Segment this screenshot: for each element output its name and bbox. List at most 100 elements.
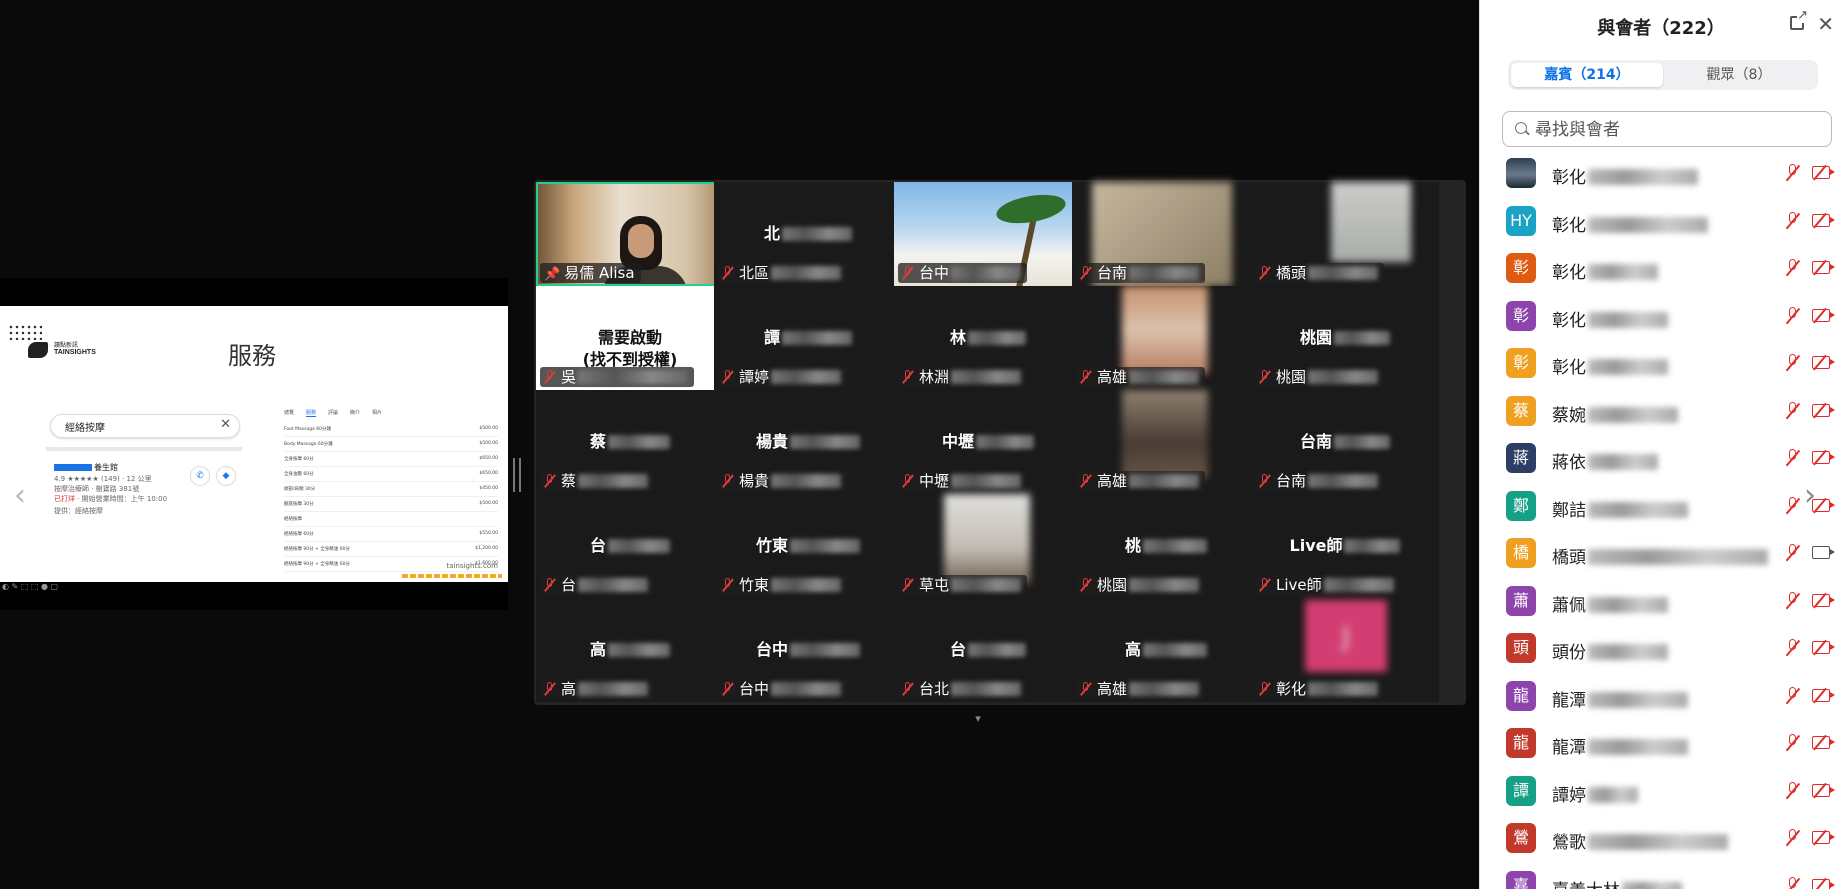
mic-muted-icon[interactable] (1786, 211, 1800, 230)
participant-row[interactable]: 鄭 鄭詰 (1480, 485, 1841, 531)
participant-row[interactable]: 蔡 蔡婉 (1480, 390, 1841, 436)
video-tile[interactable]: 需要啟動 (找不到授權) 吳 (536, 286, 724, 390)
camera-off-icon[interactable] (1812, 451, 1835, 464)
mic-muted-icon[interactable] (1786, 306, 1800, 325)
camera-off-icon[interactable] (1812, 308, 1835, 322)
participant-row[interactable]: 彰 彰化 (1480, 295, 1841, 341)
mic-muted-icon[interactable] (1786, 876, 1800, 889)
video-tile[interactable]: 桃桃園 (1072, 494, 1260, 598)
participant-name: 彰化 (1552, 306, 1668, 331)
redacted-text (1588, 644, 1668, 660)
camera-off-icon[interactable] (1812, 403, 1835, 417)
video-tile[interactable]: 橋頭 (1251, 182, 1439, 286)
mic-muted-icon[interactable] (1786, 829, 1800, 847)
redacted-text (1588, 739, 1688, 755)
video-tile[interactable]: 高高雄 (1072, 598, 1260, 702)
participant-center-name: 台中 (714, 636, 902, 660)
mic-muted-icon[interactable] (1786, 781, 1800, 800)
video-tile[interactable]: 高高 (536, 598, 724, 702)
redacted-text (968, 331, 1026, 345)
video-tile[interactable]: 北北區 (714, 182, 902, 286)
camera-off-icon[interactable] (1812, 736, 1835, 749)
center-name-text: 台南 (1299, 432, 1332, 451)
chevron-left-icon[interactable]: ‹ (14, 478, 26, 513)
camera-icon[interactable] (1812, 546, 1835, 559)
mic-muted-icon[interactable] (1786, 354, 1800, 372)
mic-muted-icon[interactable] (1786, 164, 1800, 182)
video-tile[interactable]: Live師 Live師 (1251, 494, 1439, 598)
camera-off-icon[interactable] (1812, 213, 1835, 227)
mic-muted-icon[interactable] (1786, 686, 1800, 705)
participant-row[interactable]: 蕭 蕭佩 (1480, 580, 1841, 626)
camera-off-icon[interactable] (1812, 356, 1835, 369)
camera-off-icon[interactable] (1812, 688, 1835, 702)
camera-off-icon[interactable] (1812, 261, 1835, 274)
video-tile[interactable]: 台中 台中 (714, 598, 902, 702)
mic-muted-icon[interactable] (1786, 544, 1800, 562)
nametag-text: 譚婷 (739, 368, 770, 386)
participant-row[interactable]: 頭 頭份 (1480, 627, 1841, 673)
camera-off-icon[interactable] (1812, 593, 1835, 607)
mic-muted-icon[interactable] (1786, 259, 1800, 277)
participant-center-name: 竹東 (714, 532, 902, 556)
camera-off-icon[interactable] (1812, 166, 1835, 179)
camera-off-icon[interactable] (1812, 641, 1835, 654)
mic-muted-icon[interactable] (1786, 734, 1800, 752)
participant-center-name: 台南 (1251, 428, 1439, 452)
tab-panelists[interactable]: 嘉賓（214） (1511, 63, 1663, 87)
video-tile[interactable]: 中壢 中壢 (894, 390, 1082, 494)
participant-row[interactable]: 彰 彰化 (1480, 247, 1841, 293)
popout-icon[interactable] (1790, 9, 1808, 30)
video-tile[interactable]: 台台 (536, 494, 724, 598)
mic-muted-icon[interactable] (1786, 591, 1800, 610)
participant-row[interactable]: 橋 橋頭 (1480, 532, 1841, 578)
chevron-right-icon[interactable]: › (1804, 478, 1816, 513)
video-tile[interactable]: 草屯 (894, 494, 1082, 598)
tab-attendees[interactable]: 觀眾（8） (1663, 63, 1815, 87)
video-tile[interactable]: 林林淵 (894, 286, 1082, 390)
video-tile[interactable]: 台南 (1072, 182, 1260, 286)
participant-search[interactable] (1502, 111, 1832, 147)
video-tile[interactable]: 譚譚婷 (714, 286, 902, 390)
participant-row[interactable]: 彰化 (1480, 152, 1841, 198)
camera-off-icon[interactable] (1812, 878, 1835, 889)
video-tile[interactable]: 高雄 (1072, 286, 1260, 390)
mic-muted-icon[interactable] (1786, 401, 1800, 420)
video-tile[interactable]: J 彰化 (1251, 598, 1439, 702)
video-tile[interactable]: 楊貴 楊貴 (714, 390, 902, 494)
video-tile[interactable]: 📌 易儒 Alisa (536, 182, 724, 296)
video-tile[interactable]: 高雄 (1072, 390, 1260, 494)
slide-toolbar[interactable]: ◐ ✎ ⬚ ⬚ ● ▢ (2, 582, 58, 591)
participant-row[interactable]: 蔣 蔣依 (1480, 437, 1841, 483)
participant-row[interactable]: 譚 譚婷 (1480, 770, 1841, 816)
participant-row[interactable]: 鶯 鶯歌 (1480, 817, 1841, 863)
video-tile[interactable]: 台台北 (894, 598, 1082, 702)
video-tile[interactable]: 台南 台南 (1251, 390, 1439, 494)
camera-off-icon[interactable] (1812, 831, 1835, 844)
participant-row[interactable]: 龍 龍潭 (1480, 722, 1841, 768)
mic-muted-icon (1080, 682, 1092, 696)
participant-row[interactable]: HY 彰化 (1480, 200, 1841, 246)
video-tile[interactable]: 台中 (894, 182, 1082, 286)
participant-name: 彰化 (1552, 353, 1668, 378)
mic-muted-icon[interactable] (1786, 449, 1800, 467)
participant-row[interactable]: 彰 彰化 (1480, 342, 1841, 388)
mic-muted-icon[interactable] (1786, 639, 1800, 657)
mic-muted-icon[interactable] (1786, 496, 1800, 515)
camera-off-icon[interactable] (1812, 783, 1835, 797)
participant-nametag: 蔡 (540, 471, 655, 491)
video-tile[interactable]: 竹東 竹東 (714, 494, 902, 598)
redacted-text (1588, 596, 1668, 613)
search-input[interactable] (1533, 116, 1827, 144)
gallery-pager-icon[interactable]: ▾ (958, 712, 998, 726)
video-tile[interactable]: 蔡蔡 (536, 390, 724, 494)
participant-name-text: 彰化 (1552, 358, 1586, 378)
video-tile[interactable]: 桃園 桃園 (1251, 286, 1439, 390)
participant-name: 龍潭 (1552, 733, 1688, 758)
redacted-text (1588, 311, 1668, 328)
close-icon[interactable]: ✕ (1817, 12, 1834, 36)
participant-center-name: 台 (894, 636, 1082, 660)
split-view-handle[interactable] (513, 458, 521, 492)
participant-row[interactable]: 龍 龍潭 (1480, 675, 1841, 721)
participant-row[interactable]: 嘉 嘉義大林 (1480, 865, 1841, 889)
